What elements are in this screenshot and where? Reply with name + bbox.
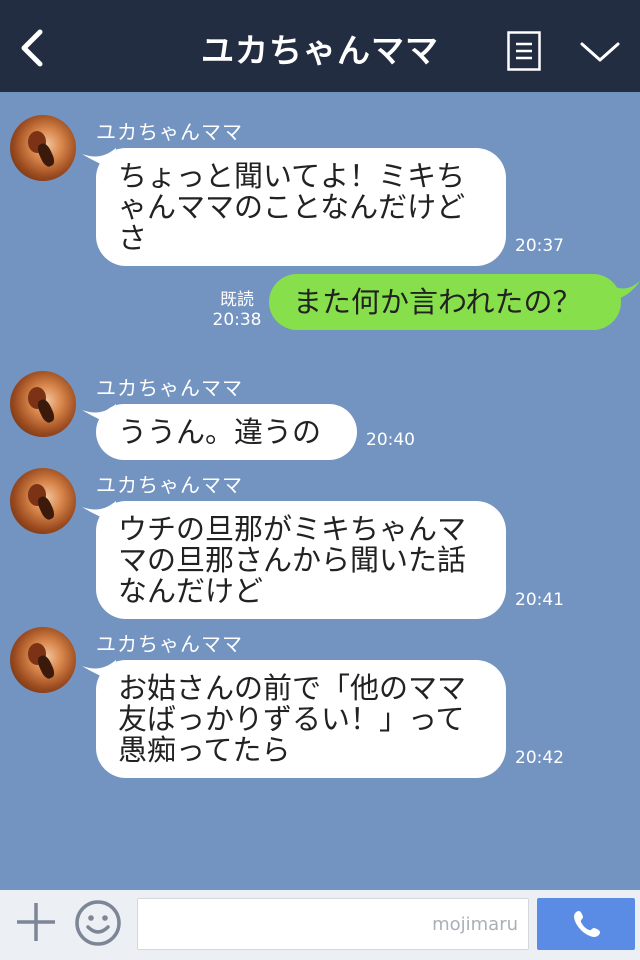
sender-name: ユカちゃんママ xyxy=(96,376,243,400)
sender-name: ユカちゃんママ xyxy=(96,473,243,497)
incoming-message-bubble[interactable]: ちょっと聞いてよ！ミキちゃんママのことなんだけどさ xyxy=(96,148,506,266)
incoming-message-bubble[interactable]: ううん。違うの xyxy=(96,404,357,460)
avatar[interactable] xyxy=(10,627,76,693)
incoming-message-bubble[interactable]: ウチの旦那がミキちゃんママの旦那さんから聞いた話なんだけど xyxy=(96,501,506,619)
message-time: 20:40 xyxy=(366,430,415,450)
phone-icon xyxy=(574,911,600,937)
message-input[interactable] xyxy=(137,898,529,950)
message-time: 20:38 xyxy=(212,310,262,330)
chevron-down-icon[interactable] xyxy=(578,36,622,66)
avatar[interactable] xyxy=(10,468,76,534)
read-receipt: 既読 20:38 xyxy=(212,290,262,330)
bubble-tail xyxy=(606,281,640,303)
message-input-bar xyxy=(0,890,640,960)
sender-name: ユカちゃんママ xyxy=(96,632,243,656)
call-button[interactable] xyxy=(537,898,635,950)
menu-list-icon[interactable] xyxy=(507,31,541,71)
chat-title: ユカちゃんママ xyxy=(201,31,439,70)
chat-header: ユカちゃんママ xyxy=(0,0,640,92)
incoming-message-bubble[interactable]: お姑さんの前で「他のママ友ばっかりずるい！」って愚痴ってたら xyxy=(96,660,506,778)
avatar[interactable] xyxy=(10,115,76,181)
message-time: 20:41 xyxy=(515,590,564,610)
sender-name: ユカちゃんママ xyxy=(96,120,243,144)
read-label: 既読 xyxy=(220,290,254,310)
avatar[interactable] xyxy=(10,371,76,437)
smile-icon[interactable] xyxy=(74,899,122,947)
plus-icon[interactable] xyxy=(14,900,58,944)
message-time: 20:37 xyxy=(515,236,564,256)
outgoing-message-bubble[interactable]: また何か言われたの？ xyxy=(269,274,621,330)
message-time: 20:42 xyxy=(515,748,564,768)
